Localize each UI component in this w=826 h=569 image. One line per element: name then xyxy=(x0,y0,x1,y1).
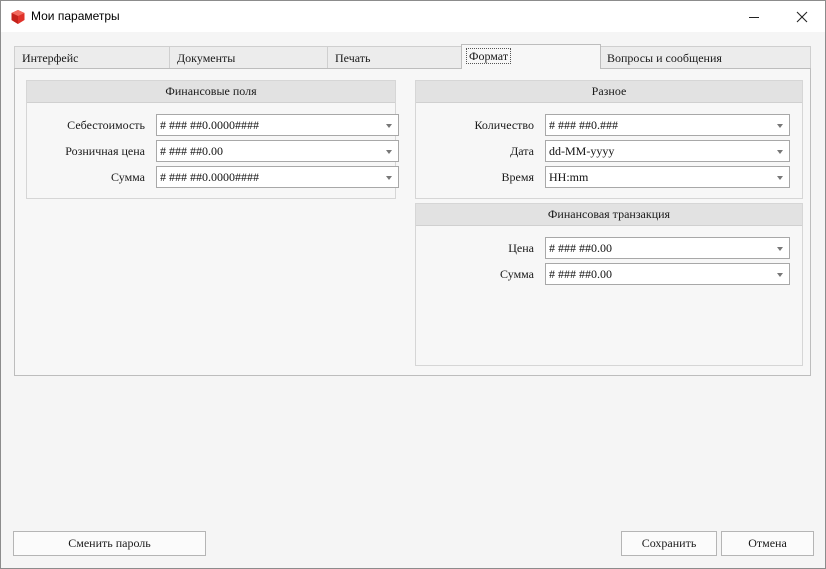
chevron-down-icon[interactable] xyxy=(386,124,392,128)
settings-window: Мои параметры Интерфейс Документы Печать… xyxy=(0,0,826,569)
tab-interface[interactable]: Интерфейс xyxy=(14,46,170,68)
chevron-down-icon[interactable] xyxy=(777,150,783,154)
retail-price-format-combo[interactable]: # ### ##0.00 xyxy=(156,140,399,162)
financial-transaction-group: Финансовая транзакция Цена # ### ##0.00 … xyxy=(415,203,803,366)
tab-questions-messages[interactable]: Вопросы и сообщения xyxy=(599,46,811,68)
cost-format-value: # ### ##0.0000#### xyxy=(160,118,259,132)
misc-header: Разное xyxy=(416,81,802,103)
sum-format-value: # ### ##0.0000#### xyxy=(160,170,259,184)
tab-format[interactable]: Формат xyxy=(461,44,601,69)
tab-format-label: Формат xyxy=(465,48,512,64)
chevron-down-icon[interactable] xyxy=(777,273,783,277)
change-password-button[interactable]: Сменить пароль xyxy=(13,531,206,556)
transaction-sum-label: Сумма xyxy=(500,267,534,281)
close-icon xyxy=(796,11,808,22)
chevron-down-icon[interactable] xyxy=(777,176,783,180)
price-format-combo[interactable]: # ### ##0.00 xyxy=(545,237,790,259)
cost-format-combo[interactable]: # ### ##0.0000#### xyxy=(156,114,399,136)
cancel-button[interactable]: Отмена xyxy=(721,531,814,556)
quantity-format-value: # ### ##0.### xyxy=(549,118,618,132)
misc-group: Разное Количество # ### ##0.### Дата dd-… xyxy=(415,80,803,199)
chevron-down-icon[interactable] xyxy=(777,124,783,128)
quantity-format-combo[interactable]: # ### ##0.### xyxy=(545,114,790,136)
price-label: Цена xyxy=(508,241,534,255)
format-tab-page: Финансовые поля Себестоимость # ### ##0.… xyxy=(14,68,811,376)
price-format-value: # ### ##0.00 xyxy=(549,241,612,255)
chevron-down-icon[interactable] xyxy=(386,176,392,180)
title-bar: Мои параметры xyxy=(1,1,825,32)
tab-strip: Интерфейс Документы Печать Формат Вопрос… xyxy=(14,44,814,69)
chevron-down-icon[interactable] xyxy=(777,247,783,251)
window-title: Мои параметры xyxy=(31,9,120,23)
chevron-down-icon[interactable] xyxy=(386,150,392,154)
date-format-value: dd-MM-yyyy xyxy=(549,144,615,158)
quantity-label: Количество xyxy=(474,118,534,132)
tab-print[interactable]: Печать xyxy=(327,46,463,68)
date-label: Дата xyxy=(510,144,534,158)
tab-documents[interactable]: Документы xyxy=(169,46,329,68)
time-format-value: HH:mm xyxy=(549,170,589,184)
financial-fields-group: Финансовые поля Себестоимость # ### ##0.… xyxy=(26,80,399,199)
sum-label: Сумма xyxy=(111,170,145,184)
close-button[interactable] xyxy=(779,1,825,32)
time-label: Время xyxy=(501,170,534,184)
transaction-sum-format-value: # ### ##0.00 xyxy=(549,267,612,281)
transaction-sum-format-combo[interactable]: # ### ##0.00 xyxy=(545,263,790,285)
retail-price-format-value: # ### ##0.00 xyxy=(160,144,223,158)
date-format-combo[interactable]: dd-MM-yyyy xyxy=(545,140,790,162)
minimize-icon xyxy=(749,16,759,18)
app-logo-icon xyxy=(11,10,25,24)
sum-format-combo[interactable]: # ### ##0.0000#### xyxy=(156,166,399,188)
financial-fields-header: Финансовые поля xyxy=(27,81,395,103)
time-format-combo[interactable]: HH:mm xyxy=(545,166,790,188)
retail-price-label: Розничная цена xyxy=(65,144,145,158)
save-button[interactable]: Сохранить xyxy=(621,531,717,556)
cost-label: Себестоимость xyxy=(67,118,145,132)
financial-transaction-header: Финансовая транзакция xyxy=(416,204,802,226)
minimize-button[interactable] xyxy=(731,1,777,32)
